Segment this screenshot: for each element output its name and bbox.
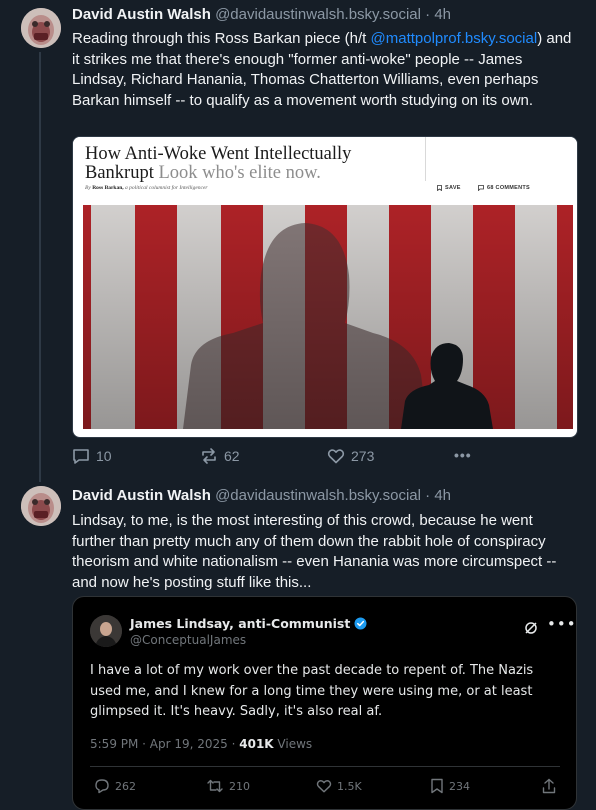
header-divider (425, 137, 426, 181)
grok-icon (524, 620, 538, 639)
repost-icon (202, 448, 216, 464)
embedded-meta: 5:59 PM · Apr 19, 2025 · 401K Views (90, 737, 312, 751)
post-text: Reading through this Ross Barkan piece (… (72, 29, 577, 111)
byline-role: a political columnist for Intelligencer (125, 185, 208, 191)
bookmark-icon (437, 185, 442, 191)
thread-connector-line (39, 52, 41, 482)
post-timestamp[interactable]: 4h (434, 6, 451, 23)
comments-label: 68 COMMENTS (487, 185, 531, 191)
embedded-actions: 262 210 1.5K 234 (90, 778, 560, 798)
more-icon: ••• (454, 447, 472, 463)
repost-icon (207, 779, 223, 793)
link-preview-card[interactable]: How Anti-Woke Went Intellectually Bankru… (72, 136, 578, 438)
post-text: Lindsay, to me, is the most interesting … (72, 512, 557, 591)
post-timestamp[interactable]: 4h (434, 487, 451, 504)
repost-button[interactable]: 62 (200, 447, 240, 465)
article-save: SAVE (437, 185, 461, 191)
save-label: SAVE (445, 185, 461, 191)
more-options-button[interactable]: ••• (454, 447, 472, 463)
author-avatar[interactable] (21, 486, 61, 526)
embedded-bookmark: 234 (430, 778, 470, 794)
embedded-views-count: 401K (239, 737, 274, 751)
reply-icon (73, 449, 89, 464)
embedded-views-label: Views (273, 737, 313, 751)
embedded-author-name: James Lindsay, anti-Communist (130, 616, 367, 631)
embedded-repost: 210 (206, 778, 250, 794)
like-button[interactable]: 273 (327, 447, 374, 465)
like-count: 273 (351, 448, 375, 464)
embedded-like: 1.5K (316, 778, 362, 794)
separator-dot: · (425, 487, 431, 504)
heart-icon (316, 780, 332, 793)
embedded-share (542, 778, 556, 794)
post-header: David Austin Walsh @davidaustinwalsh.bsk… (72, 6, 451, 23)
embedded-bookmark-count: 234 (449, 779, 470, 793)
post-header: David Austin Walsh @davidaustinwalsh.bsk… (72, 487, 451, 504)
author-avatar[interactable] (21, 8, 61, 48)
embedded-name-text: James Lindsay, anti-Communist (130, 616, 351, 631)
embedded-tweet-image[interactable]: James Lindsay, anti-Communist @Conceptua… (72, 596, 577, 810)
embedded-handle: @ConceptualJames (130, 633, 247, 647)
article-comments: 68 COMMENTS (478, 185, 530, 191)
article-photo (83, 205, 573, 429)
embedded-timestamp: 5:59 PM · Apr 19, 2025 · (90, 737, 240, 751)
bookmark-icon (431, 778, 443, 794)
reply-button[interactable]: 10 (72, 447, 112, 465)
mention-link[interactable]: @mattpolprof.bsky.social (371, 30, 538, 47)
byline-author: Ross Barkan, (92, 185, 124, 191)
embedded-like-count: 1.5K (337, 779, 362, 793)
embedded-repost-count: 210 (229, 779, 250, 793)
heart-icon (327, 449, 345, 464)
reply-count: 10 (96, 448, 112, 464)
embedded-divider (90, 766, 560, 767)
repost-count: 62 (224, 448, 240, 464)
author-name[interactable]: David Austin Walsh (72, 6, 211, 23)
comment-icon (478, 185, 484, 191)
share-icon (542, 778, 556, 794)
verified-badge-icon (354, 617, 367, 630)
author-handle[interactable]: @davidaustinwalsh.bsky.social (215, 6, 421, 23)
embedded-avatar (90, 615, 122, 647)
article-byline: By Ross Barkan, a political columnist fo… (85, 185, 208, 191)
embedded-tweet-text: I have a lot of my work over the past de… (90, 663, 534, 719)
post-text-part: Reading through this Ross Barkan piece (… (72, 30, 371, 47)
article-title: How Anti-Woke Went Intellectually Bankru… (85, 145, 415, 183)
separator-dot: · (425, 6, 431, 23)
article-header: How Anti-Woke Went Intellectually Bankru… (73, 137, 577, 203)
embedded-reply-count: 262 (115, 779, 136, 793)
byline-prefix: By (85, 185, 91, 191)
author-handle[interactable]: @davidaustinwalsh.bsky.social (215, 487, 421, 504)
article-subtitle: Look who's elite now. (158, 163, 321, 183)
embedded-more-icon: ••• (547, 615, 577, 633)
post-actions: 10 62 273 ••• (72, 447, 502, 469)
reply-icon (95, 779, 109, 794)
embedded-reply: 262 (94, 778, 136, 794)
author-name[interactable]: David Austin Walsh (72, 487, 211, 504)
